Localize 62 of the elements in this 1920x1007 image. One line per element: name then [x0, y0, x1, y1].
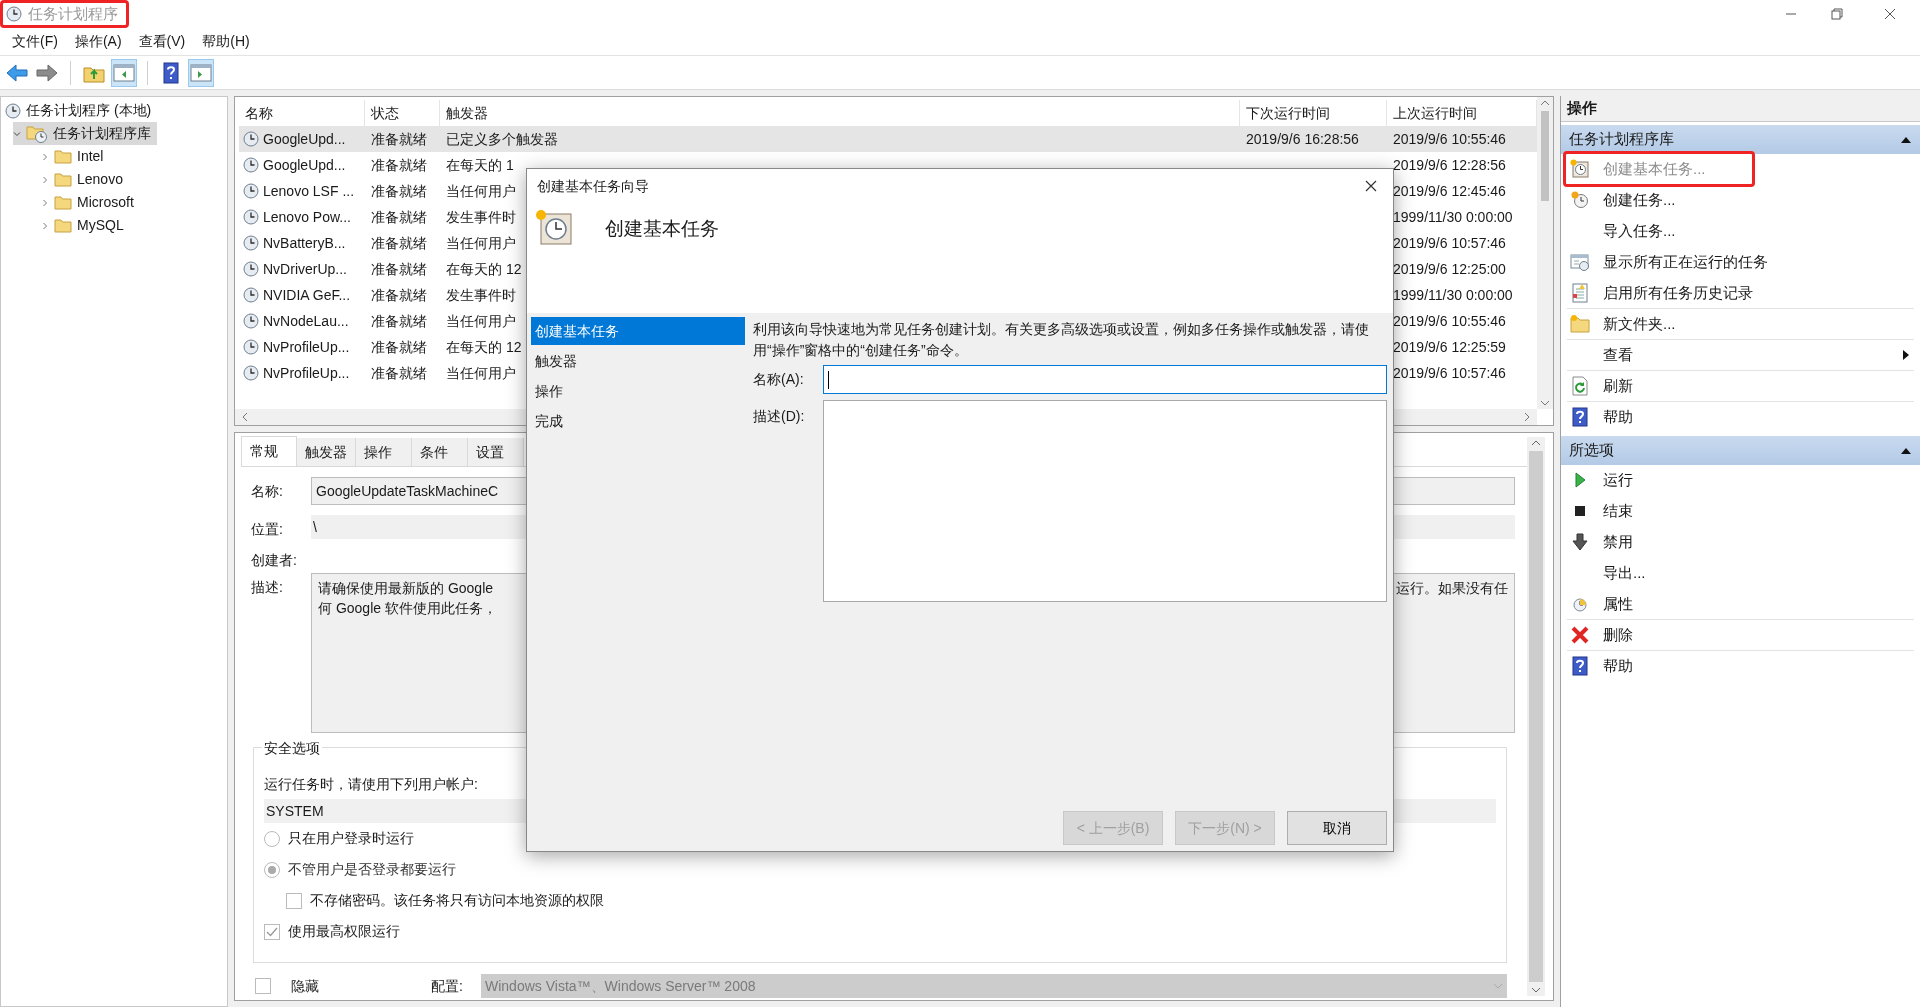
table-cell-text: 2019/9/6 10:57:46	[1393, 363, 1506, 383]
table-cell-text: 在每天的 12	[446, 337, 522, 357]
table-cell-text: 准备就绪	[371, 233, 427, 253]
table-cell-text: 准备就绪	[371, 181, 427, 201]
option-label: 不管用户是否登录都要运行	[288, 860, 456, 879]
table-cell-text: GoogleUpd...	[263, 155, 346, 175]
table-cell-text: NvProfileUp...	[263, 337, 350, 357]
table-cell-text: 在每天的 12	[446, 259, 522, 279]
description-text: 请确保使用最新版的 Google	[318, 579, 495, 598]
option-label: 不存储密码。该任务将只有访问本地资源的权限	[310, 891, 604, 910]
table-cell-text: 2019/9/6 12:25:59	[1393, 337, 1506, 357]
table-cell-text: 已定义多个触发器	[446, 129, 558, 149]
table-cell-text: 2019/9/6 10:55:46	[1393, 311, 1506, 331]
table-cell-text: Lenovo LSF ...	[263, 181, 355, 201]
table-cell-text: 2019/9/6 16:28:56	[1246, 129, 1359, 149]
table-cell-text: NvProfileUp...	[263, 363, 350, 383]
table-cell-text: 当任何用户	[446, 363, 516, 383]
table-cell-text: 准备就绪	[371, 285, 427, 305]
dialog-heading: 创建基本任务	[605, 216, 719, 241]
table-cell-text: NvBatteryB...	[263, 233, 346, 253]
table-cell-text: 当任何用户	[446, 181, 516, 201]
table-cell-text: 1999/11/30 0:00:00	[1393, 285, 1513, 305]
table-cell-text: 1999/11/30 0:00:00	[1393, 207, 1513, 227]
option-label: 隐藏	[291, 976, 320, 996]
table-cell-text: NvDriverUp...	[263, 259, 347, 279]
table-cell-text: 准备就绪	[371, 311, 427, 331]
table-cell-text: 发生事件时	[446, 285, 516, 305]
table-cell-text: 准备就绪	[371, 363, 427, 383]
field-label: 描述:	[250, 578, 284, 597]
table-cell-text: 发生事件时	[446, 207, 516, 227]
table-cell-text: 2019/9/6 12:25:00	[1393, 259, 1506, 279]
pane-title: 操作	[1561, 96, 1920, 122]
table-cell-text: GoogleUpd...	[263, 129, 346, 149]
field-label: 名称(A):	[753, 370, 805, 389]
table-cell-text: 准备就绪	[371, 207, 427, 227]
field-label: 名称:	[250, 482, 284, 501]
table-cell-text: 准备就绪	[371, 337, 427, 357]
option-label: 使用最高权限运行	[288, 922, 400, 941]
field-label: 位置:	[250, 520, 284, 539]
description-text: 何 Google 软件使用此任务，	[318, 599, 497, 618]
window-title: 任务计划程序	[28, 3, 118, 24]
table-cell-text: 在每天的 1	[446, 155, 514, 175]
table-cell-text: 当任何用户	[446, 311, 516, 331]
account-prompt: 运行任务时，请使用下列用户帐户:	[264, 775, 479, 794]
table-cell-text: 当任何用户	[446, 233, 516, 253]
description-text: 运行。如果没有任	[1396, 579, 1508, 598]
table-cell-text: 2019/9/6 12:45:46	[1393, 181, 1506, 201]
table-cell-text: NVIDIA GeF...	[263, 285, 351, 305]
field-label: 配置:	[431, 976, 464, 996]
table-cell-text: 准备就绪	[371, 129, 427, 149]
table-cell-text: 2019/9/6 10:55:46	[1393, 129, 1506, 149]
option-label: 只在用户登录时运行	[288, 829, 414, 848]
table-cell-text: NvNodeLau...	[263, 311, 349, 331]
field-label: 描述(D):	[753, 407, 806, 426]
table-cell-text: 2019/9/6 10:57:46	[1393, 233, 1506, 253]
table-cell-text: 准备就绪	[371, 259, 427, 279]
table-cell-text: 2019/9/6 12:28:56	[1393, 155, 1506, 175]
intro-text: 利用该向导快速地为常见任务创建计划。有关更多高级选项或设置，例如多任务操作或触发器，请使用“操作”窗格中的“创建任务”命令。	[753, 320, 1370, 360]
table-cell-text: 准备就绪	[371, 155, 427, 175]
table-cell-text: Lenovo Pow...	[263, 207, 351, 227]
dialog-title: 创建基本任务向导	[537, 176, 649, 196]
field-label: 创建者:	[250, 551, 298, 570]
